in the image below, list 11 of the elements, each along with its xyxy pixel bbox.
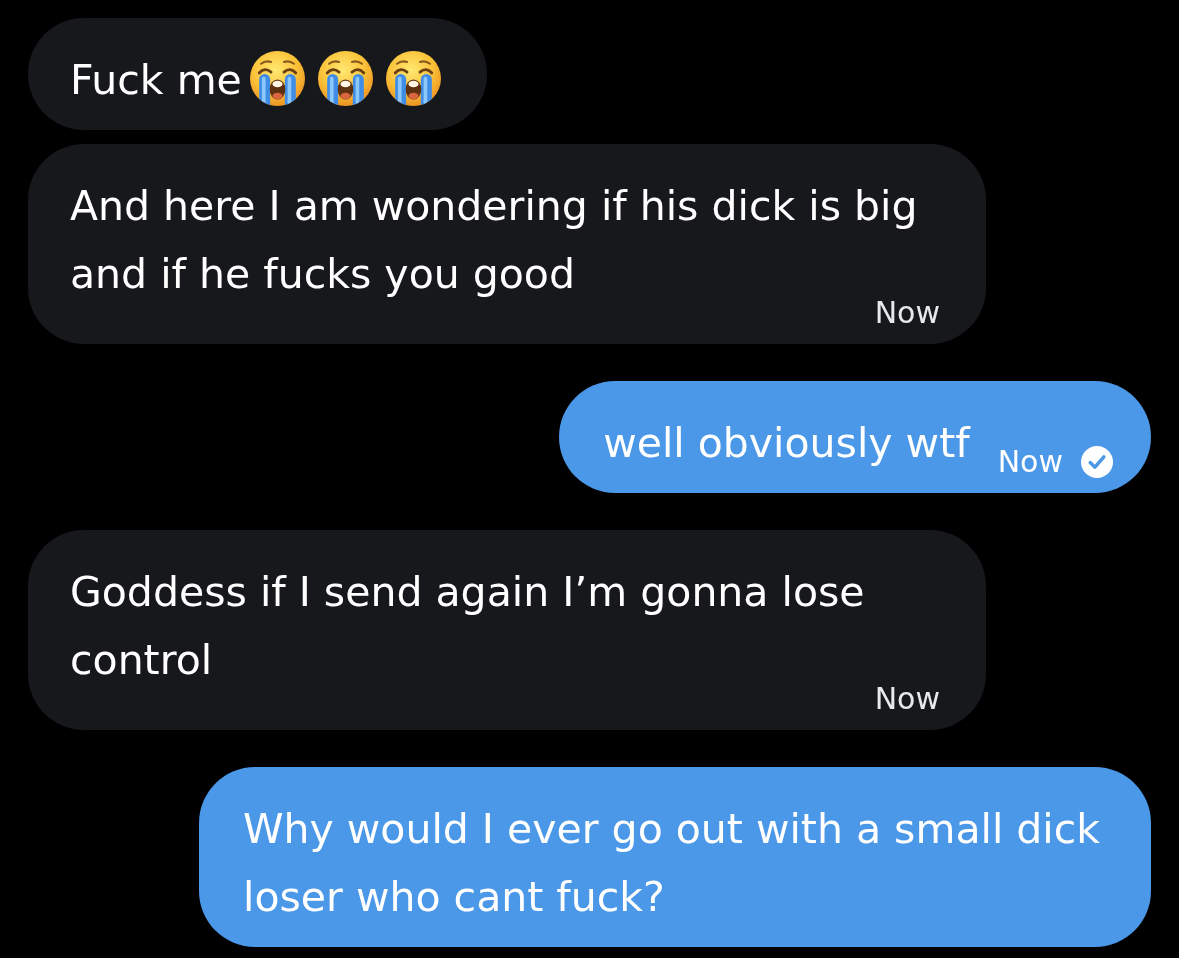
message-text: And here I am wondering if his dick is big and if he fucks you good bbox=[70, 182, 918, 298]
timestamp: Now bbox=[997, 447, 1063, 477]
crying-face-icon bbox=[385, 51, 441, 106]
crying-face-icon bbox=[317, 51, 373, 106]
timestamp: Now bbox=[874, 684, 940, 714]
message-text: Fuck me bbox=[70, 56, 242, 104]
message-text: well obviously wtf bbox=[603, 419, 970, 467]
message-text: Goddess if I send again I’m gonna lose control bbox=[70, 568, 865, 684]
crying-face-icon bbox=[249, 51, 305, 106]
timestamp: Now bbox=[874, 298, 940, 328]
message-text: Why would I ever go out with a small dick loser who cant fuck? bbox=[243, 805, 1101, 921]
